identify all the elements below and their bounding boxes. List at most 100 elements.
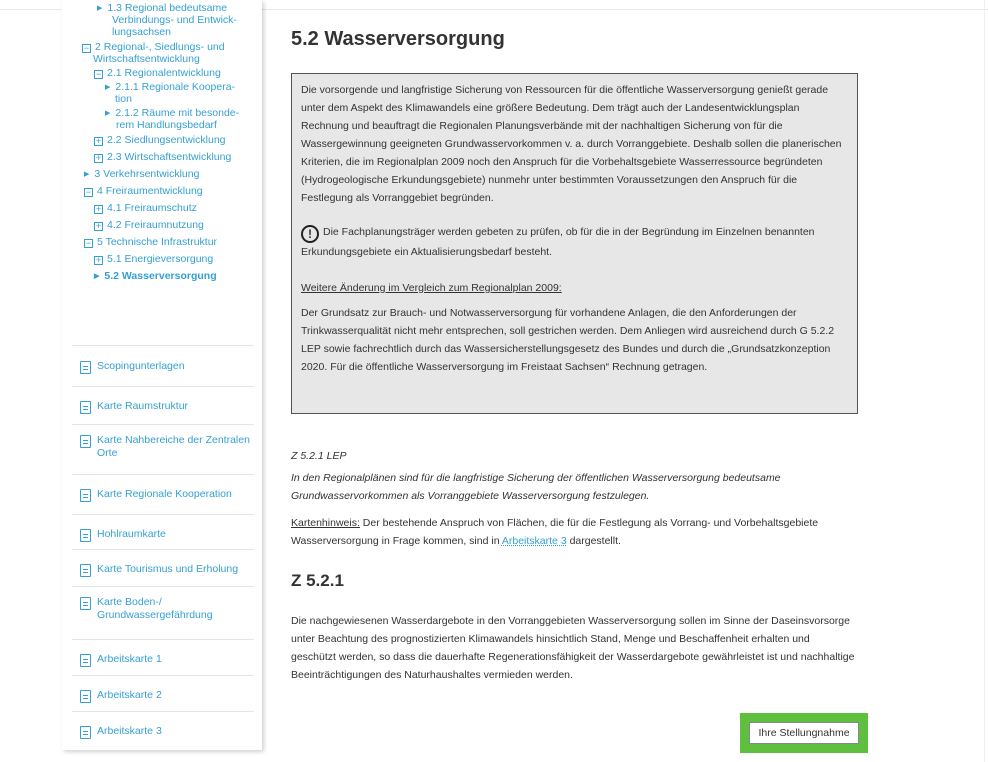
divider xyxy=(72,474,254,475)
toc-item-label: Verbindungs- und Entwick- xyxy=(112,14,237,26)
document-icon xyxy=(80,529,91,542)
page-title: 5.2 Wasserversorgung xyxy=(291,28,505,50)
document-icon xyxy=(80,597,91,610)
toc-item[interactable]: −4 Freiraumentwicklung xyxy=(84,185,203,197)
toc-item[interactable]: +5.1 Energieversorgung xyxy=(94,253,213,265)
toc-item-label: 3 Verkehrsentwicklung xyxy=(94,168,200,180)
divider xyxy=(72,345,254,346)
map-note-text-end: dargestellt. xyxy=(566,535,621,547)
toc-item-label: 4.1 Freiraumschutz xyxy=(107,202,197,214)
document-icon xyxy=(80,726,91,739)
toc-item[interactable]: lungsachsen xyxy=(112,26,171,38)
document-link[interactable]: Arbeitskarte 3 xyxy=(80,725,256,739)
document-link-label: Karte Boden-/Grundwassergefährdung xyxy=(97,596,213,621)
notice-paragraph-2: ! Die Fachplanungsträger werden gebeten z… xyxy=(301,223,846,261)
document-icon xyxy=(80,401,91,414)
toc-item-label: 1.3 Regional bedeutsame xyxy=(107,2,228,14)
z521-text: Die nachgewiesenen Wasserdargebote in de… xyxy=(291,615,855,681)
divider xyxy=(72,675,254,676)
document-link-label: Karte Tourismus und Erholung xyxy=(97,563,239,575)
toc-item[interactable]: Wirtschaftsentwicklung xyxy=(93,53,200,65)
triangle-right-icon: ▶ xyxy=(105,84,111,91)
toc-item[interactable]: −5 Technische Infrastruktur xyxy=(84,236,217,248)
document-link[interactable]: Scopingunterlagen xyxy=(80,360,256,374)
statement-button[interactable]: Ihre Stellungnahme xyxy=(749,722,859,744)
document-link-label: Arbeitskarte 1 xyxy=(97,653,162,665)
document-icon xyxy=(80,489,91,502)
toc-item-label: 2 Regional-, Siedlungs- und xyxy=(95,41,225,53)
toc-item-label: 5.2 Wasserversorgung xyxy=(104,270,217,282)
document-icon xyxy=(80,435,91,448)
notice-box: Die vorsorgende und langfristige Sicheru… xyxy=(291,73,858,414)
triangle-right-icon: ▶ xyxy=(84,171,90,178)
collapse-icon[interactable]: − xyxy=(84,239,93,248)
toc-item-label: lungsachsen xyxy=(112,26,171,38)
notice-paragraph-1: Die vorsorgende und langfristige Sicheru… xyxy=(301,84,842,204)
right-divider xyxy=(984,0,985,762)
sidebar: ▶ 1.3 Regional bedeutsame Verbindungs- und… xyxy=(62,0,262,750)
collapse-icon[interactable]: − xyxy=(82,44,91,53)
document-link[interactable]: Karte Boden-/Grundwassergefährdung xyxy=(80,596,256,622)
toc-item[interactable]: ▶ 5.2 Wasserversorgung xyxy=(94,270,217,283)
document-link-label: Karte Raumstruktur xyxy=(97,400,189,412)
toc-item-label: tion xyxy=(115,93,132,105)
toc-item[interactable]: +4.1 Freiraumschutz xyxy=(94,202,197,214)
toc-item-label: 2.1.1 Regionale Koopera- xyxy=(115,81,236,93)
alert-icon: ! xyxy=(301,225,319,243)
expand-icon[interactable]: + xyxy=(94,205,103,214)
button-highlight: Ihre Stellungnahme xyxy=(740,713,868,753)
triangle-right-icon: ▶ xyxy=(97,5,103,12)
divider xyxy=(72,514,254,515)
change-heading: Weitere Änderung im Vergleich zum Region… xyxy=(301,282,562,294)
document-link[interactable]: Karte Regionale Kooperation xyxy=(80,488,256,502)
toc-item[interactable]: +2.2 Siedlungsentwicklung xyxy=(94,134,226,146)
toc-item-label: 2.1.2 Räume mit besonde- xyxy=(115,107,240,119)
document-link[interactable]: Karte Nahbereiche der Zentralen Orte xyxy=(80,434,256,460)
toc-item-label: 5 Technische Infrastruktur xyxy=(97,236,218,248)
toc-item-label: Wirtschaftsentwicklung xyxy=(93,53,200,65)
collapse-icon[interactable]: − xyxy=(84,188,93,197)
triangle-right-icon: ▶ xyxy=(94,273,100,280)
expand-icon[interactable]: + xyxy=(94,256,103,265)
document-icon xyxy=(80,654,91,667)
lep-text: In den Regionalplänen sind für die langf… xyxy=(291,472,781,502)
toc-item-label: 2.1 Regionalentwicklung xyxy=(107,67,221,79)
toc-item[interactable]: +2.3 Wirtschaftsentwicklung xyxy=(94,151,231,163)
divider xyxy=(72,711,254,712)
triangle-right-icon: ▶ xyxy=(105,110,111,117)
document-link-label: Arbeitskarte 2 xyxy=(97,689,162,701)
collapse-icon[interactable]: − xyxy=(94,70,103,79)
expand-icon[interactable]: + xyxy=(94,154,103,163)
toc-item[interactable]: −2.1 Regionalentwicklung xyxy=(94,67,221,79)
toc-item[interactable]: +4.2 Freiraumnutzung xyxy=(94,219,204,231)
notice-paragraph-2-text: Die Fachplanungsträger werden gebeten zu… xyxy=(301,226,815,258)
document-link[interactable]: Karte Tourismus und Erholung xyxy=(80,563,256,577)
section-heading-z521: Z 5.2.1 xyxy=(291,571,344,590)
document-link[interactable]: Hohlraumkarte xyxy=(80,528,256,542)
arbeitskarte-3-link[interactable]: Arbeitskarte 3 xyxy=(502,535,567,547)
document-icon xyxy=(80,361,91,374)
expand-icon[interactable]: + xyxy=(94,222,103,231)
document-link[interactable]: Karte Raumstruktur xyxy=(80,400,256,414)
document-link[interactable]: Arbeitskarte 2 xyxy=(80,689,256,703)
toc-item-label: 2.2 Siedlungsentwicklung xyxy=(107,134,226,146)
document-link[interactable]: Arbeitskarte 1 xyxy=(80,653,256,667)
toc-item[interactable]: rem Handlungsbedarf xyxy=(116,119,217,131)
toc-item-label: 4 Freiraumentwicklung xyxy=(97,185,203,197)
notice-paragraph-4: Der Grundsatz zur Brauch- und Notwasserv… xyxy=(301,307,835,373)
document-link-label: Scopingunterlagen xyxy=(97,360,185,372)
document-icon xyxy=(80,564,91,577)
toc-item-label: 4.2 Freiraumnutzung xyxy=(107,219,204,231)
map-note: Kartenhinweis: Der bestehende Anspruch v… xyxy=(291,514,856,550)
document-link-label: Hohlraumkarte xyxy=(97,528,166,540)
divider xyxy=(72,386,254,387)
map-note-label: Kartenhinweis: xyxy=(291,517,360,529)
toc-item[interactable]: Verbindungs- und Entwick- xyxy=(112,14,237,26)
expand-icon[interactable]: + xyxy=(94,137,103,146)
toc-item-label: 5.1 Energieversorgung xyxy=(107,253,214,265)
toc-item[interactable]: −2 Regional-, Siedlungs- und xyxy=(82,41,225,53)
toc-item[interactable]: ▶ 3 Verkehrsentwicklung xyxy=(84,168,199,181)
document-link-label: Karte Regionale Kooperation xyxy=(97,488,232,500)
document-icon xyxy=(80,690,91,703)
toc-item[interactable]: tion xyxy=(115,93,132,105)
